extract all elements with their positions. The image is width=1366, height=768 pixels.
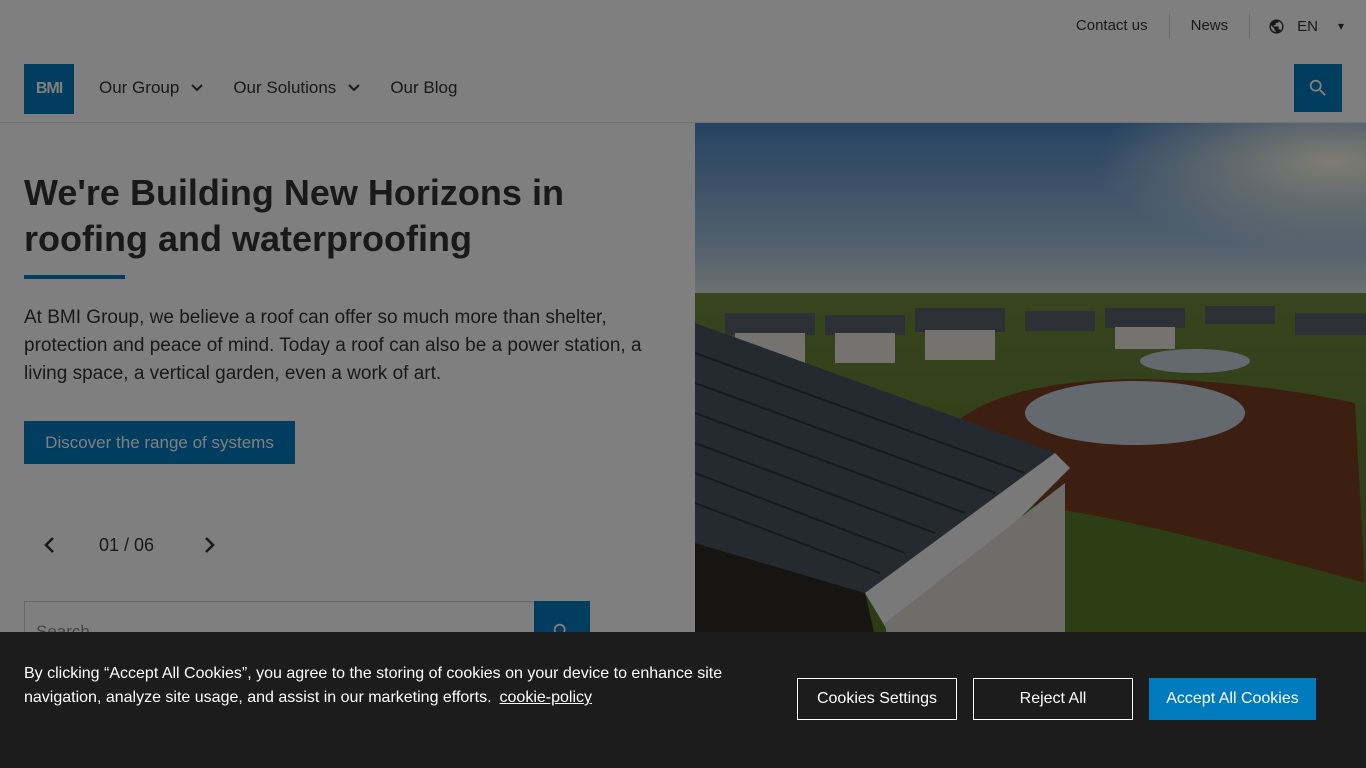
cookie-text: By clicking “Accept All Cookies”, you ag… [24, 665, 723, 706]
reject-all-button[interactable]: Reject All [973, 678, 1133, 720]
cookie-banner: By clicking “Accept All Cookies”, you ag… [0, 632, 1366, 768]
cookie-message: By clicking “Accept All Cookies”, you ag… [24, 662, 744, 710]
cookies-settings-button[interactable]: Cookies Settings [797, 678, 957, 720]
accept-all-cookies-button[interactable]: Accept All Cookies [1149, 678, 1316, 720]
cookie-policy-link[interactable]: cookie-policy [500, 689, 592, 706]
